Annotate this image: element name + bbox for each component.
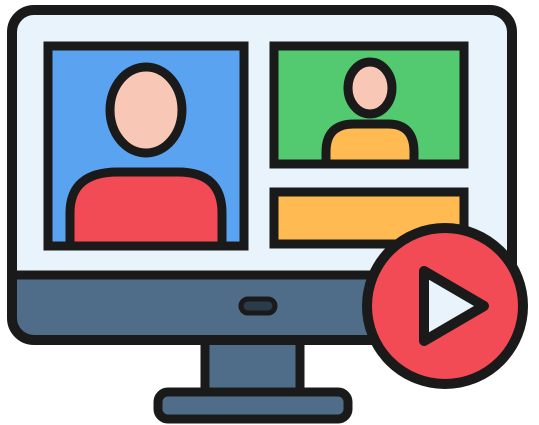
avatar-shirt [65, 167, 227, 251]
monitor-stand [153, 335, 353, 424]
avatar-shirt-small [321, 119, 419, 169]
video-tile-secondary [269, 41, 469, 169]
avatar-head [105, 62, 187, 158]
play-button [362, 223, 528, 389]
monitor-button [238, 296, 278, 316]
video-tile-main [43, 41, 249, 251]
video-conference-illustration [7, 5, 528, 424]
avatar-head-small [343, 57, 397, 119]
stand-base [153, 387, 353, 424]
